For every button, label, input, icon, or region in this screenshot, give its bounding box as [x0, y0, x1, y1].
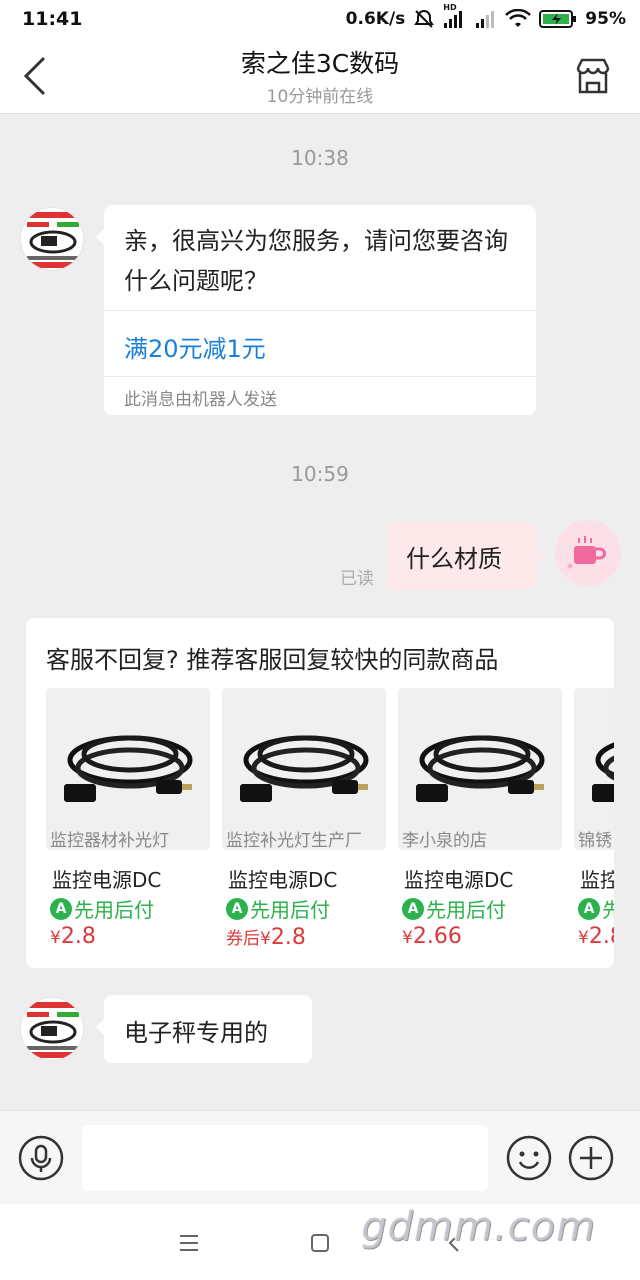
- page-title: 索之佳3C数码: [240, 49, 400, 78]
- net-speed: 0.6K/s: [345, 9, 406, 29]
- store-icon[interactable]: [574, 56, 612, 96]
- product-shop: 李小泉的店: [402, 831, 487, 850]
- menu-icon[interactable]: [172, 1226, 206, 1260]
- pay-later-icon: A: [578, 897, 600, 920]
- product-shop: 锦锈: [578, 831, 612, 850]
- product-price: ¥2.8: [50, 924, 96, 949]
- battery-percent: 95%: [585, 9, 626, 29]
- product-price: 券后¥2.8: [226, 925, 306, 950]
- product-image[interactable]: 监控器材补光灯: [46, 688, 210, 850]
- product-price: ¥2.8: [578, 924, 614, 949]
- home-icon[interactable]: [303, 1226, 337, 1260]
- watermark: gdmm.com: [361, 1204, 596, 1250]
- mute-alarm-icon: [414, 9, 435, 28]
- shop-logo-icon: [21, 208, 83, 268]
- shop-message-bubble: 电子秤专用的: [96, 995, 312, 1063]
- pay-later-badge: A先: [578, 894, 614, 923]
- pay-later-icon: A: [50, 897, 72, 920]
- voice-input-button[interactable]: [18, 1135, 64, 1181]
- message-input[interactable]: [82, 1125, 488, 1191]
- signal-2-icon: [476, 11, 495, 28]
- product-name: 监控: [580, 868, 614, 892]
- read-receipt: 已读: [340, 569, 374, 589]
- product-name: 监控电源DC: [52, 868, 162, 892]
- shop-logo-icon: [27, 1002, 79, 1058]
- product-image[interactable]: 锦锈: [574, 688, 614, 850]
- status-time: 11:41: [22, 8, 83, 30]
- shop-message-text: 电子秤专用的: [124, 1019, 268, 1047]
- online-status: 10分钟前在线: [266, 87, 374, 107]
- more-options-button[interactable]: [568, 1135, 614, 1181]
- product-name: 监控电源DC: [404, 868, 514, 892]
- battery-charging-icon: [539, 10, 577, 28]
- pay-later-badge: A 先用后付: [50, 894, 154, 923]
- pay-later-badge: A 先用后付: [402, 894, 506, 923]
- pay-later-badge: A 先用后付: [226, 894, 330, 923]
- bot-message-bubble: 亲，很高兴为您服务，请问您要咨询什么问题呢？ 满20元减1元 此消息由机器人发送: [96, 205, 536, 415]
- user-avatar[interactable]: [555, 520, 621, 586]
- product-price: ¥2.66: [402, 924, 462, 949]
- input-bar: [0, 1110, 640, 1204]
- status-icons: 0.6K/s HD 95%: [345, 3, 626, 30]
- product-shop: 监控补光灯生产厂: [226, 831, 362, 850]
- shop-avatar[interactable]: [20, 207, 84, 271]
- chat-header: 索之佳3C数码 10分钟前在线: [0, 40, 640, 114]
- product-name: 监控电源DC: [228, 868, 338, 892]
- shop-avatar[interactable]: [20, 997, 84, 1061]
- message-time: 10:59: [291, 462, 349, 486]
- status-bar: 11:41 0.6K/s HD 95%: [0, 0, 640, 40]
- promo-link[interactable]: 满20元减1元: [124, 329, 266, 364]
- divider: [104, 376, 536, 377]
- message-time: 10:38: [291, 146, 349, 170]
- pay-later-icon: A: [226, 897, 248, 920]
- bot-message-text: 亲，很高兴为您服务，请问您要咨询什么问题呢？: [124, 227, 508, 295]
- emoji-button[interactable]: [506, 1135, 552, 1181]
- product-image[interactable]: 监控补光灯生产厂: [222, 688, 386, 850]
- product-shop: 监控器材补光灯: [50, 831, 169, 850]
- product-image[interactable]: 李小泉的店: [398, 688, 562, 850]
- signal-icon: HD: [443, 3, 467, 29]
- user-message-text: 什么材质: [406, 545, 502, 573]
- user-message-bubble[interactable]: 什么材质: [386, 522, 544, 590]
- recommend-card: 客服不回复? 推荐客服回复较快的同款商品 监控器材补光灯 监控电源DC A 先用后…: [26, 618, 614, 968]
- bot-note: 此消息由机器人发送: [124, 390, 277, 410]
- cup-icon: [555, 520, 621, 586]
- system-nav-bar: gdmm.com: [0, 1204, 640, 1280]
- wifi-icon: [505, 9, 532, 27]
- pay-later-icon: A: [402, 897, 424, 920]
- divider: [104, 310, 536, 311]
- recommend-title: 客服不回复? 推荐客服回复较快的同款商品: [46, 646, 499, 674]
